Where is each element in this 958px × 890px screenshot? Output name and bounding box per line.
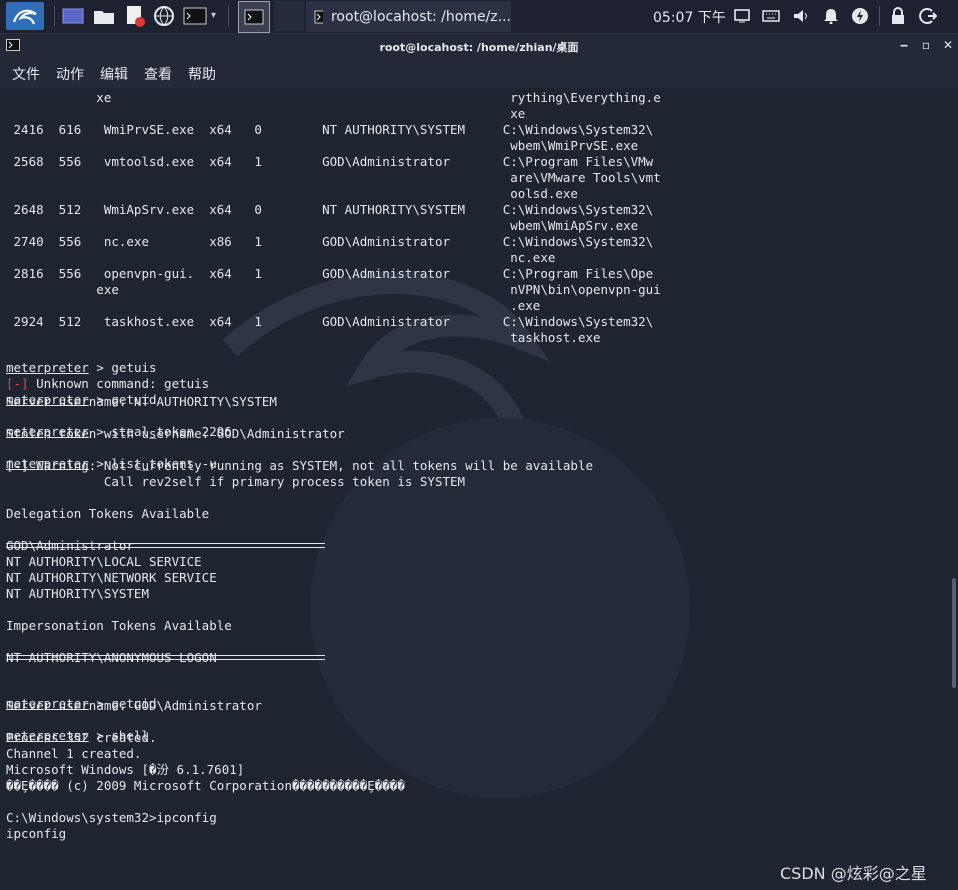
terminal-line: taskhost.exe	[6, 330, 601, 345]
error-message: Unknown command: getuis	[28, 376, 210, 391]
terminal-output[interactable]: xe rything\Everything.e xe 2416 616 WmiP…	[0, 88, 950, 890]
minimize-button[interactable]: ‒	[896, 37, 912, 53]
terminal-line: exe nVPN\bin\openvpn-gui	[6, 282, 661, 297]
command-text: getuid	[111, 392, 157, 407]
terminal-line: Delegation Tokens Available	[6, 506, 210, 521]
terminal-line: oolsd.exe	[6, 186, 578, 201]
prompt-separator: >	[88, 360, 112, 375]
prompt-separator: >	[88, 728, 112, 743]
menu-help[interactable]: 帮助	[188, 64, 216, 84]
terminal-line: Channel 1 created.	[6, 746, 142, 761]
screen-icon[interactable]	[731, 5, 753, 27]
terminal-line: xe rything\Everything.e	[6, 90, 661, 105]
cmd-line-list-tokens: meterpreter > list_tokens -u	[6, 456, 217, 472]
terminal-line: 2924 512 taskhost.exe x64 1 GOD\Administ…	[6, 314, 654, 329]
prompt-separator: >	[88, 424, 112, 439]
maximize-button[interactable]: ▫	[918, 37, 934, 53]
close-button[interactable]: ✕	[940, 37, 956, 53]
terminal-line: .exe	[6, 298, 541, 313]
terminal-line: are\VMware Tools\vmt	[6, 170, 661, 185]
prompt-separator: >	[88, 456, 112, 471]
cmd-line-getuis: meterpreter > getuis	[6, 360, 157, 376]
power-manager-icon[interactable]	[849, 5, 871, 27]
prompt: meterpreter	[6, 728, 89, 743]
terminal-line: Call rev2self if primary process token i…	[6, 474, 466, 489]
prompt-separator: >	[88, 696, 112, 711]
command-text: list_tokens -u	[111, 456, 217, 471]
prompt: meterpreter	[6, 696, 89, 711]
window-title: root@locahost: /home/zhian/桌面	[379, 41, 579, 54]
keyboard-icon[interactable]	[760, 5, 782, 27]
terminal-line: 2416 616 WmiPrvSE.exe x64 0 NT AUTHORITY…	[6, 122, 654, 137]
kali-menu-icon[interactable]	[6, 2, 44, 30]
terminal-line: 2816 556 openvpn-gui. x64 1 GOD\Administ…	[6, 266, 654, 281]
menu-edit[interactable]: 编辑	[100, 64, 128, 84]
prompt-separator: >	[88, 392, 112, 407]
window-titlebar: root@locahost: /home/zhian/桌面 ‒ ▫ ✕	[0, 34, 958, 58]
terminal-line: ��Ȩ���� (c) 2009 Microsoft Corporation��…	[6, 778, 405, 793]
terminal-line: 2740 556 nc.exe x86 1 GOD\Administrator …	[6, 234, 654, 249]
delegation-divider	[6, 543, 325, 548]
menu-file[interactable]: 文件	[12, 64, 40, 84]
terminal-line: C:\Windows\system32>ipconfig	[6, 810, 217, 825]
notifications-icon[interactable]	[820, 5, 842, 27]
workspace-icon[interactable]	[62, 5, 84, 27]
terminal-line: Impersonation Tokens Available	[6, 618, 232, 633]
terminal-task-icon[interactable]	[238, 1, 270, 33]
terminal-line: nc.exe	[6, 250, 556, 265]
taskbar: ▾ root@locahost: /home/z... 05:07 下午	[0, 0, 958, 34]
cmd-line-getuid: meterpreter > getuid	[6, 696, 157, 712]
cmd-line-steal-token: meterpreter > steal_token 2296	[6, 424, 232, 440]
impersonation-divider	[6, 655, 325, 660]
error-line: [-] Unknown command: getuis	[6, 376, 209, 392]
taskbar-window-button[interactable]: root@locahost: /home/z...	[306, 1, 511, 32]
terminal-icon[interactable]	[182, 5, 208, 27]
lock-icon[interactable]	[887, 5, 909, 27]
menubar: 文件 动作 编辑 查看 帮助	[0, 58, 958, 88]
command-text: steal_token 2296	[111, 424, 232, 439]
menu-actions[interactable]: 动作	[56, 64, 84, 84]
clock[interactable]: 05:07 下午	[653, 7, 726, 27]
csdn-watermark: CSDN @炫彩@之星	[780, 864, 927, 883]
files-icon[interactable]	[93, 5, 115, 27]
browser-icon[interactable]	[153, 5, 175, 27]
command-text: getuis	[111, 360, 157, 375]
audio-icon[interactable]	[790, 5, 812, 27]
terminal-line: 2648 512 WmiApSrv.exe x64 0 NT AUTHORITY…	[6, 202, 654, 217]
terminal-line: NT AUTHORITY\LOCAL SERVICE	[6, 554, 202, 569]
prompt: meterpreter	[6, 424, 89, 439]
terminal-line: wbem\WmiApSrv.exe	[6, 218, 639, 233]
menu-view[interactable]: 查看	[144, 64, 172, 84]
terminal-line: NT AUTHORITY\SYSTEM	[6, 586, 149, 601]
cmd-line-shell: meterpreter > shell	[6, 728, 149, 744]
text-editor-icon[interactable]	[124, 5, 146, 27]
empty-task-slot[interactable]	[274, 1, 304, 31]
terminal-line: xe	[6, 106, 526, 121]
chevron-down-icon[interactable]: ▾	[211, 10, 216, 21]
command-text: getuid	[111, 696, 157, 711]
terminal-line: ipconfig	[6, 826, 67, 841]
error-tag: [-]	[6, 376, 29, 391]
terminal-line: NT AUTHORITY\NETWORK SERVICE	[6, 570, 217, 585]
scrollbar-thumb[interactable]	[952, 578, 956, 688]
cmd-line-getuid: meterpreter > getuid	[6, 392, 157, 408]
taskbar-window-title: root@locahost: /home/z...	[330, 8, 511, 25]
terminal-line: Microsoft Windows [�汾 6.1.7601]	[6, 762, 245, 777]
terminal-line: wbem\WmiPrvSE.exe	[6, 138, 639, 153]
logout-icon[interactable]	[917, 5, 939, 27]
command-text: shell	[111, 728, 150, 743]
prompt: meterpreter	[6, 456, 89, 471]
terminal-icon	[314, 10, 323, 23]
prompt: meterpreter	[6, 392, 89, 407]
terminal-line: 2568 556 vmtoolsd.exe x64 1 GOD\Administ…	[6, 154, 654, 169]
terminal-scrollbar[interactable]	[950, 88, 958, 890]
prompt: meterpreter	[6, 360, 89, 375]
